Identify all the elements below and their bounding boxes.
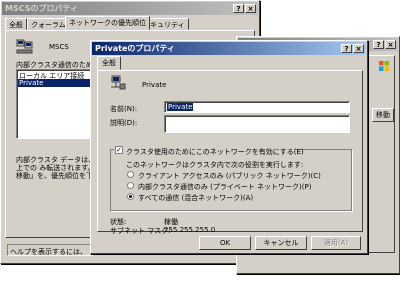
subnet-mask-label: サブネット マスク:: [110, 227, 171, 235]
name-field[interactable]: Private: [164, 101, 350, 113]
mscs-window-title: MSCSのプロパティ: [5, 4, 79, 13]
network-name: Private: [142, 81, 167, 89]
windows-logo-icon: [379, 61, 389, 71]
tab-network-priority[interactable]: ネットワークの優先順位: [65, 16, 150, 30]
tab-quorum[interactable]: クォーラム: [27, 18, 70, 30]
help-title-button[interactable]: ?: [233, 4, 244, 13]
tab-general[interactable]: 全般: [5, 18, 27, 30]
apply-button[interactable]: 適用(A): [311, 236, 361, 250]
move-button[interactable]: 移動: [372, 108, 394, 122]
close-title-button[interactable]: ×: [245, 4, 256, 13]
close-title-button[interactable]: ×: [353, 44, 364, 53]
role-option-client[interactable]: クライアント アクセスのみ (パブリック ネットワーク)(C): [126, 170, 346, 180]
radio-all[interactable]: [127, 193, 134, 200]
role-option-all[interactable]: すべての通信 (混合ネットワーク)(A): [126, 192, 346, 202]
name-field-value: Private: [167, 103, 194, 111]
list-item[interactable]: Private: [18, 79, 95, 87]
private-tab-panel: Private 名前(N): Private 説明(D): ✓ クラスタ使用のた…: [97, 70, 363, 235]
description-line-3: 移動」を、優先順位を下げ: [16, 172, 100, 180]
description-label: 説明(D):: [110, 119, 138, 127]
radio-internal[interactable]: [127, 182, 134, 189]
private-titlebar[interactable]: Privateのプロパティ ? ×: [92, 42, 366, 55]
role-option-label: 内部クラスタ通信のみ (プライベート ネットワーク)(P): [138, 183, 312, 191]
help-status-bar: ヘルプを表示するには、: [7, 244, 93, 256]
cluster-name: MSCS: [49, 43, 69, 51]
cluster-icon: [16, 39, 33, 54]
checkbox-label: クラスタ使用のためにこのネットワークを有効にする(E): [126, 148, 304, 156]
private-properties-window: Privateのプロパティ ? × 全般 Private 名前(N): Priv…: [90, 40, 368, 254]
mscs-titlebar[interactable]: MSCSのプロパティ ? ×: [2, 2, 258, 15]
subnet-mask-value: 255.255.255.0: [164, 226, 216, 234]
enable-cluster-checkbox[interactable]: ✓ クラスタ使用のためにこのネットワークを有効にする(E): [114, 145, 304, 156]
role-option-label: クライアント アクセスのみ (パブリック ネットワーク)(C): [138, 172, 321, 180]
ok-button[interactable]: OK: [199, 236, 251, 250]
role-option-internal[interactable]: 内部クラスタ通信のみ (プライベート ネットワーク)(P): [126, 181, 346, 191]
help-title-button[interactable]: ?: [373, 40, 384, 49]
role-option-label: すべての通信 (混合ネットワーク)(A): [138, 194, 254, 202]
close-title-button[interactable]: ×: [385, 40, 396, 49]
role-intro-text: このネットワークはクラスタ内で次の役割を実行します:: [126, 161, 304, 169]
radio-client[interactable]: [127, 171, 134, 178]
cancel-button[interactable]: キャンセル: [255, 236, 307, 250]
network-listbox[interactable]: ローカル エリア接続 Private: [16, 69, 98, 139]
description-field[interactable]: [164, 115, 350, 133]
help-text: ヘルプを表示するには、: [10, 248, 87, 256]
tab-general[interactable]: 全般: [97, 56, 121, 70]
private-window-title: Privateのプロパティ: [95, 44, 175, 53]
network-icon: [111, 75, 126, 90]
checkbox-box[interactable]: ✓: [115, 146, 123, 154]
name-label: 名前(N):: [110, 105, 138, 113]
help-title-button[interactable]: ?: [341, 44, 352, 53]
